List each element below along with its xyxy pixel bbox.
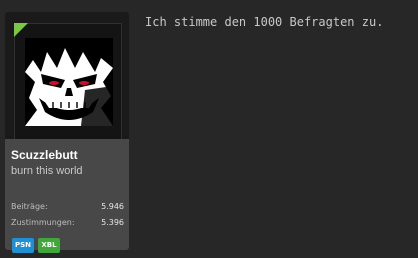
stat-likes-label: Zustimmungen:	[11, 218, 75, 227]
stat-posts-value[interactable]: 5.946	[101, 202, 124, 211]
stat-likes-value[interactable]: 5.396	[101, 218, 124, 227]
user-title: burn this world	[11, 165, 83, 177]
user-info-panel: Scuzzlebutt burn this world Beiträge: 5.…	[5, 139, 129, 253]
avatar-frame[interactable]	[14, 23, 122, 141]
post-message: Ich stimme den 1000 Befragten zu.	[145, 15, 384, 29]
username-link[interactable]: Scuzzlebutt	[11, 148, 78, 162]
xbl-badge[interactable]: XBL	[38, 238, 60, 253]
avatar[interactable]	[25, 38, 113, 126]
stat-posts-label: Beiträge:	[11, 202, 48, 211]
psn-badge[interactable]: PSN	[12, 238, 34, 253]
online-status-marker	[14, 23, 28, 37]
user-card: Scuzzlebutt burn this world Beiträge: 5.…	[5, 12, 129, 253]
